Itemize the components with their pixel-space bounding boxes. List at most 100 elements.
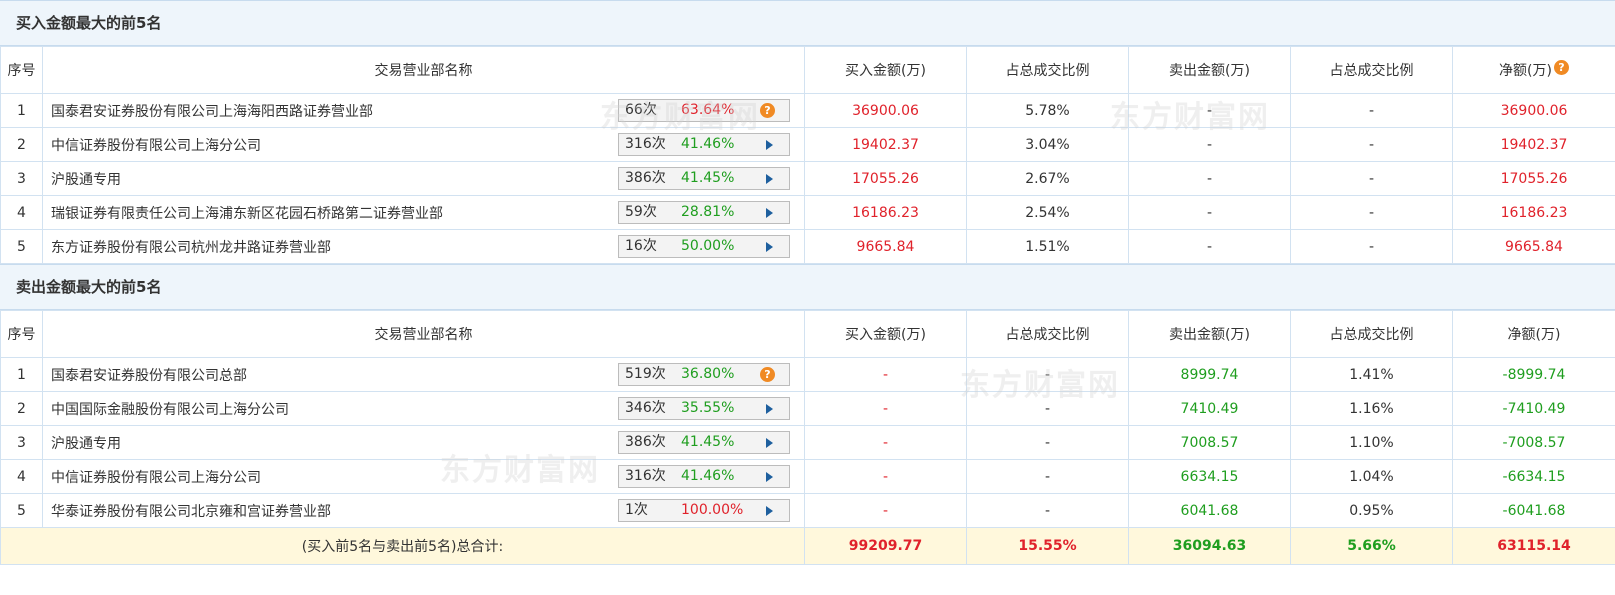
col-branch-name: 交易营业部名称 bbox=[42, 46, 805, 94]
buy-ratio: - bbox=[966, 425, 1129, 460]
branch-stat-button[interactable]: 346次 35.55% bbox=[618, 397, 790, 420]
table-row: 5 华泰证券股份有限公司北京雍和宫证券营业部 1次 100.00% - - 60… bbox=[0, 493, 1615, 528]
branch-stat-button[interactable]: 386次 41.45% bbox=[618, 167, 790, 190]
buy-amount: 17055.26 bbox=[804, 161, 967, 196]
branch-name[interactable]: 中国国际金融股份有限公司上海分公司 bbox=[51, 399, 289, 419]
question-icon[interactable]: ? bbox=[760, 367, 775, 382]
col-sell-ratio: 占总成交比例 bbox=[1290, 310, 1453, 358]
row-index: 5 bbox=[0, 493, 43, 528]
buy-amount: 9665.84 bbox=[804, 229, 967, 264]
total-row: (买入前5名与卖出前5名)总合计: 99209.77 15.55% 36094.… bbox=[0, 527, 1615, 565]
branch-cell: 东方证券股份有限公司杭州龙井路证券营业部 16次 50.00% bbox=[42, 229, 805, 264]
branch-stat-button[interactable]: 519次 36.80% ? bbox=[618, 363, 790, 386]
sell-amount: - bbox=[1128, 195, 1291, 230]
total-sell-ratio: 5.66% bbox=[1290, 527, 1453, 565]
branch-cell: 中信证券股份有限公司上海分公司 316次 41.46% bbox=[42, 127, 805, 162]
total-buy: 99209.77 bbox=[804, 527, 967, 565]
sell-amount: 7008.57 bbox=[1128, 425, 1291, 460]
branch-count: 316次 bbox=[625, 468, 666, 484]
branch-stat-button[interactable]: 316次 41.46% bbox=[618, 465, 790, 488]
branch-stat-button[interactable]: 316次 41.46% bbox=[618, 133, 790, 156]
branch-name[interactable]: 瑞银证券有限责任公司上海浦东新区花园石桥路第二证券营业部 bbox=[51, 203, 443, 223]
sell-amount: - bbox=[1128, 161, 1291, 196]
branch-cell: 瑞银证券有限责任公司上海浦东新区花园石桥路第二证券营业部 59次 28.81% bbox=[42, 195, 805, 230]
table-row: 2 中国国际金融股份有限公司上海分公司 346次 35.55% - - 7410… bbox=[0, 391, 1615, 426]
row-index: 3 bbox=[0, 161, 43, 196]
branch-name[interactable]: 中信证券股份有限公司上海分公司 bbox=[51, 467, 261, 487]
sell-amount: - bbox=[1128, 127, 1291, 162]
table-row: 5 东方证券股份有限公司杭州龙井路证券营业部 16次 50.00% 9665.8… bbox=[0, 229, 1615, 264]
buy-amount: 16186.23 bbox=[804, 195, 967, 230]
question-icon[interactable]: ? bbox=[760, 103, 775, 118]
branch-count: 316次 bbox=[625, 136, 666, 152]
table-row: 1 国泰君安证券股份有限公司上海海阳西路证券营业部 66次 63.64% ? 3… bbox=[0, 93, 1615, 128]
branch-count: 1次 bbox=[625, 502, 648, 518]
question-icon[interactable]: ? bbox=[1553, 60, 1569, 75]
branch-win-rate: 28.81% bbox=[681, 204, 735, 220]
branch-stat-button[interactable]: 1次 100.00% bbox=[618, 499, 790, 522]
branch-win-rate: 50.00% bbox=[681, 238, 735, 254]
buy-amount: - bbox=[804, 493, 967, 528]
total-sell: 36094.63 bbox=[1128, 527, 1291, 565]
branch-win-rate: 35.55% bbox=[681, 400, 735, 416]
branch-count: 386次 bbox=[625, 170, 666, 186]
net-amount: 36900.06 bbox=[1452, 93, 1615, 128]
total-net: 63115.14 bbox=[1452, 527, 1615, 565]
branch-count: 16次 bbox=[625, 238, 657, 254]
sell-section-title: 卖出金额最大的前5名 bbox=[0, 264, 1615, 310]
buy-amount: 19402.37 bbox=[804, 127, 967, 162]
branch-stat-button[interactable]: 66次 63.64% ? bbox=[618, 99, 790, 122]
branch-name[interactable]: 沪股通专用 bbox=[51, 433, 121, 453]
arrow-right-icon[interactable] bbox=[766, 174, 773, 184]
col-sell-amount: 卖出金额(万) bbox=[1128, 310, 1291, 358]
branch-cell: 沪股通专用 386次 41.45% bbox=[42, 425, 805, 460]
sell-amount: 6634.15 bbox=[1128, 459, 1291, 494]
net-amount: -7410.49 bbox=[1452, 391, 1615, 426]
branch-cell: 沪股通专用 386次 41.45% bbox=[42, 161, 805, 196]
branch-name[interactable]: 华泰证券股份有限公司北京雍和宫证券营业部 bbox=[51, 501, 331, 521]
branch-name[interactable]: 国泰君安证券股份有限公司总部 bbox=[51, 365, 247, 385]
buy-amount: - bbox=[804, 391, 967, 426]
buy-table: 序号 交易营业部名称 买入金额(万) 占总成交比例 卖出金额(万) 占总成交比例… bbox=[0, 46, 1615, 264]
net-amount: -6634.15 bbox=[1452, 459, 1615, 494]
buy-ratio: 2.67% bbox=[966, 161, 1129, 196]
buy-ratio: 2.54% bbox=[966, 195, 1129, 230]
table-row: 3 沪股通专用 386次 41.45% 17055.26 2.67% - - 1… bbox=[0, 161, 1615, 196]
branch-name[interactable]: 东方证券股份有限公司杭州龙井路证券营业部 bbox=[51, 237, 331, 257]
arrow-right-icon[interactable] bbox=[766, 140, 773, 150]
branch-stat-button[interactable]: 386次 41.45% bbox=[618, 431, 790, 454]
arrow-right-icon[interactable] bbox=[766, 472, 773, 482]
arrow-right-icon[interactable] bbox=[766, 438, 773, 448]
table-row: 4 瑞银证券有限责任公司上海浦东新区花园石桥路第二证券营业部 59次 28.81… bbox=[0, 195, 1615, 230]
branch-name[interactable]: 沪股通专用 bbox=[51, 169, 121, 189]
col-index: 序号 bbox=[0, 46, 43, 94]
branch-cell: 中国国际金融股份有限公司上海分公司 346次 35.55% bbox=[42, 391, 805, 426]
branch-win-rate: 41.45% bbox=[681, 434, 735, 450]
col-sell-ratio: 占总成交比例 bbox=[1290, 46, 1453, 94]
row-index: 1 bbox=[0, 93, 43, 128]
net-amount: 9665.84 bbox=[1452, 229, 1615, 264]
branch-stat-button[interactable]: 16次 50.00% bbox=[618, 235, 790, 258]
row-index: 1 bbox=[0, 357, 43, 392]
branch-count: 346次 bbox=[625, 400, 666, 416]
row-index: 4 bbox=[0, 195, 43, 230]
branch-cell: 国泰君安证券股份有限公司总部 519次 36.80% ? bbox=[42, 357, 805, 392]
net-amount: -6041.68 bbox=[1452, 493, 1615, 528]
branch-stat-button[interactable]: 59次 28.81% bbox=[618, 201, 790, 224]
col-buy-amount: 买入金额(万) bbox=[804, 310, 967, 358]
sell-ratio: 1.10% bbox=[1290, 425, 1453, 460]
sell-ratio: 0.95% bbox=[1290, 493, 1453, 528]
sell-ratio: 1.16% bbox=[1290, 391, 1453, 426]
sell-amount: - bbox=[1128, 229, 1291, 264]
branch-name[interactable]: 国泰君安证券股份有限公司上海海阳西路证券营业部 bbox=[51, 101, 373, 121]
col-index: 序号 bbox=[0, 310, 43, 358]
dragon-tiger-board: 买入金额最大的前5名 序号 交易营业部名称 买入金额(万) 占总成交比例 卖出金… bbox=[0, 0, 1615, 595]
arrow-right-icon[interactable] bbox=[766, 242, 773, 252]
arrow-right-icon[interactable] bbox=[766, 208, 773, 218]
branch-name[interactable]: 中信证券股份有限公司上海分公司 bbox=[51, 135, 261, 155]
branch-count: 66次 bbox=[625, 102, 657, 118]
branch-win-rate: 41.46% bbox=[681, 468, 735, 484]
arrow-right-icon[interactable] bbox=[766, 506, 773, 516]
arrow-right-icon[interactable] bbox=[766, 404, 773, 414]
buy-ratio: - bbox=[966, 493, 1129, 528]
